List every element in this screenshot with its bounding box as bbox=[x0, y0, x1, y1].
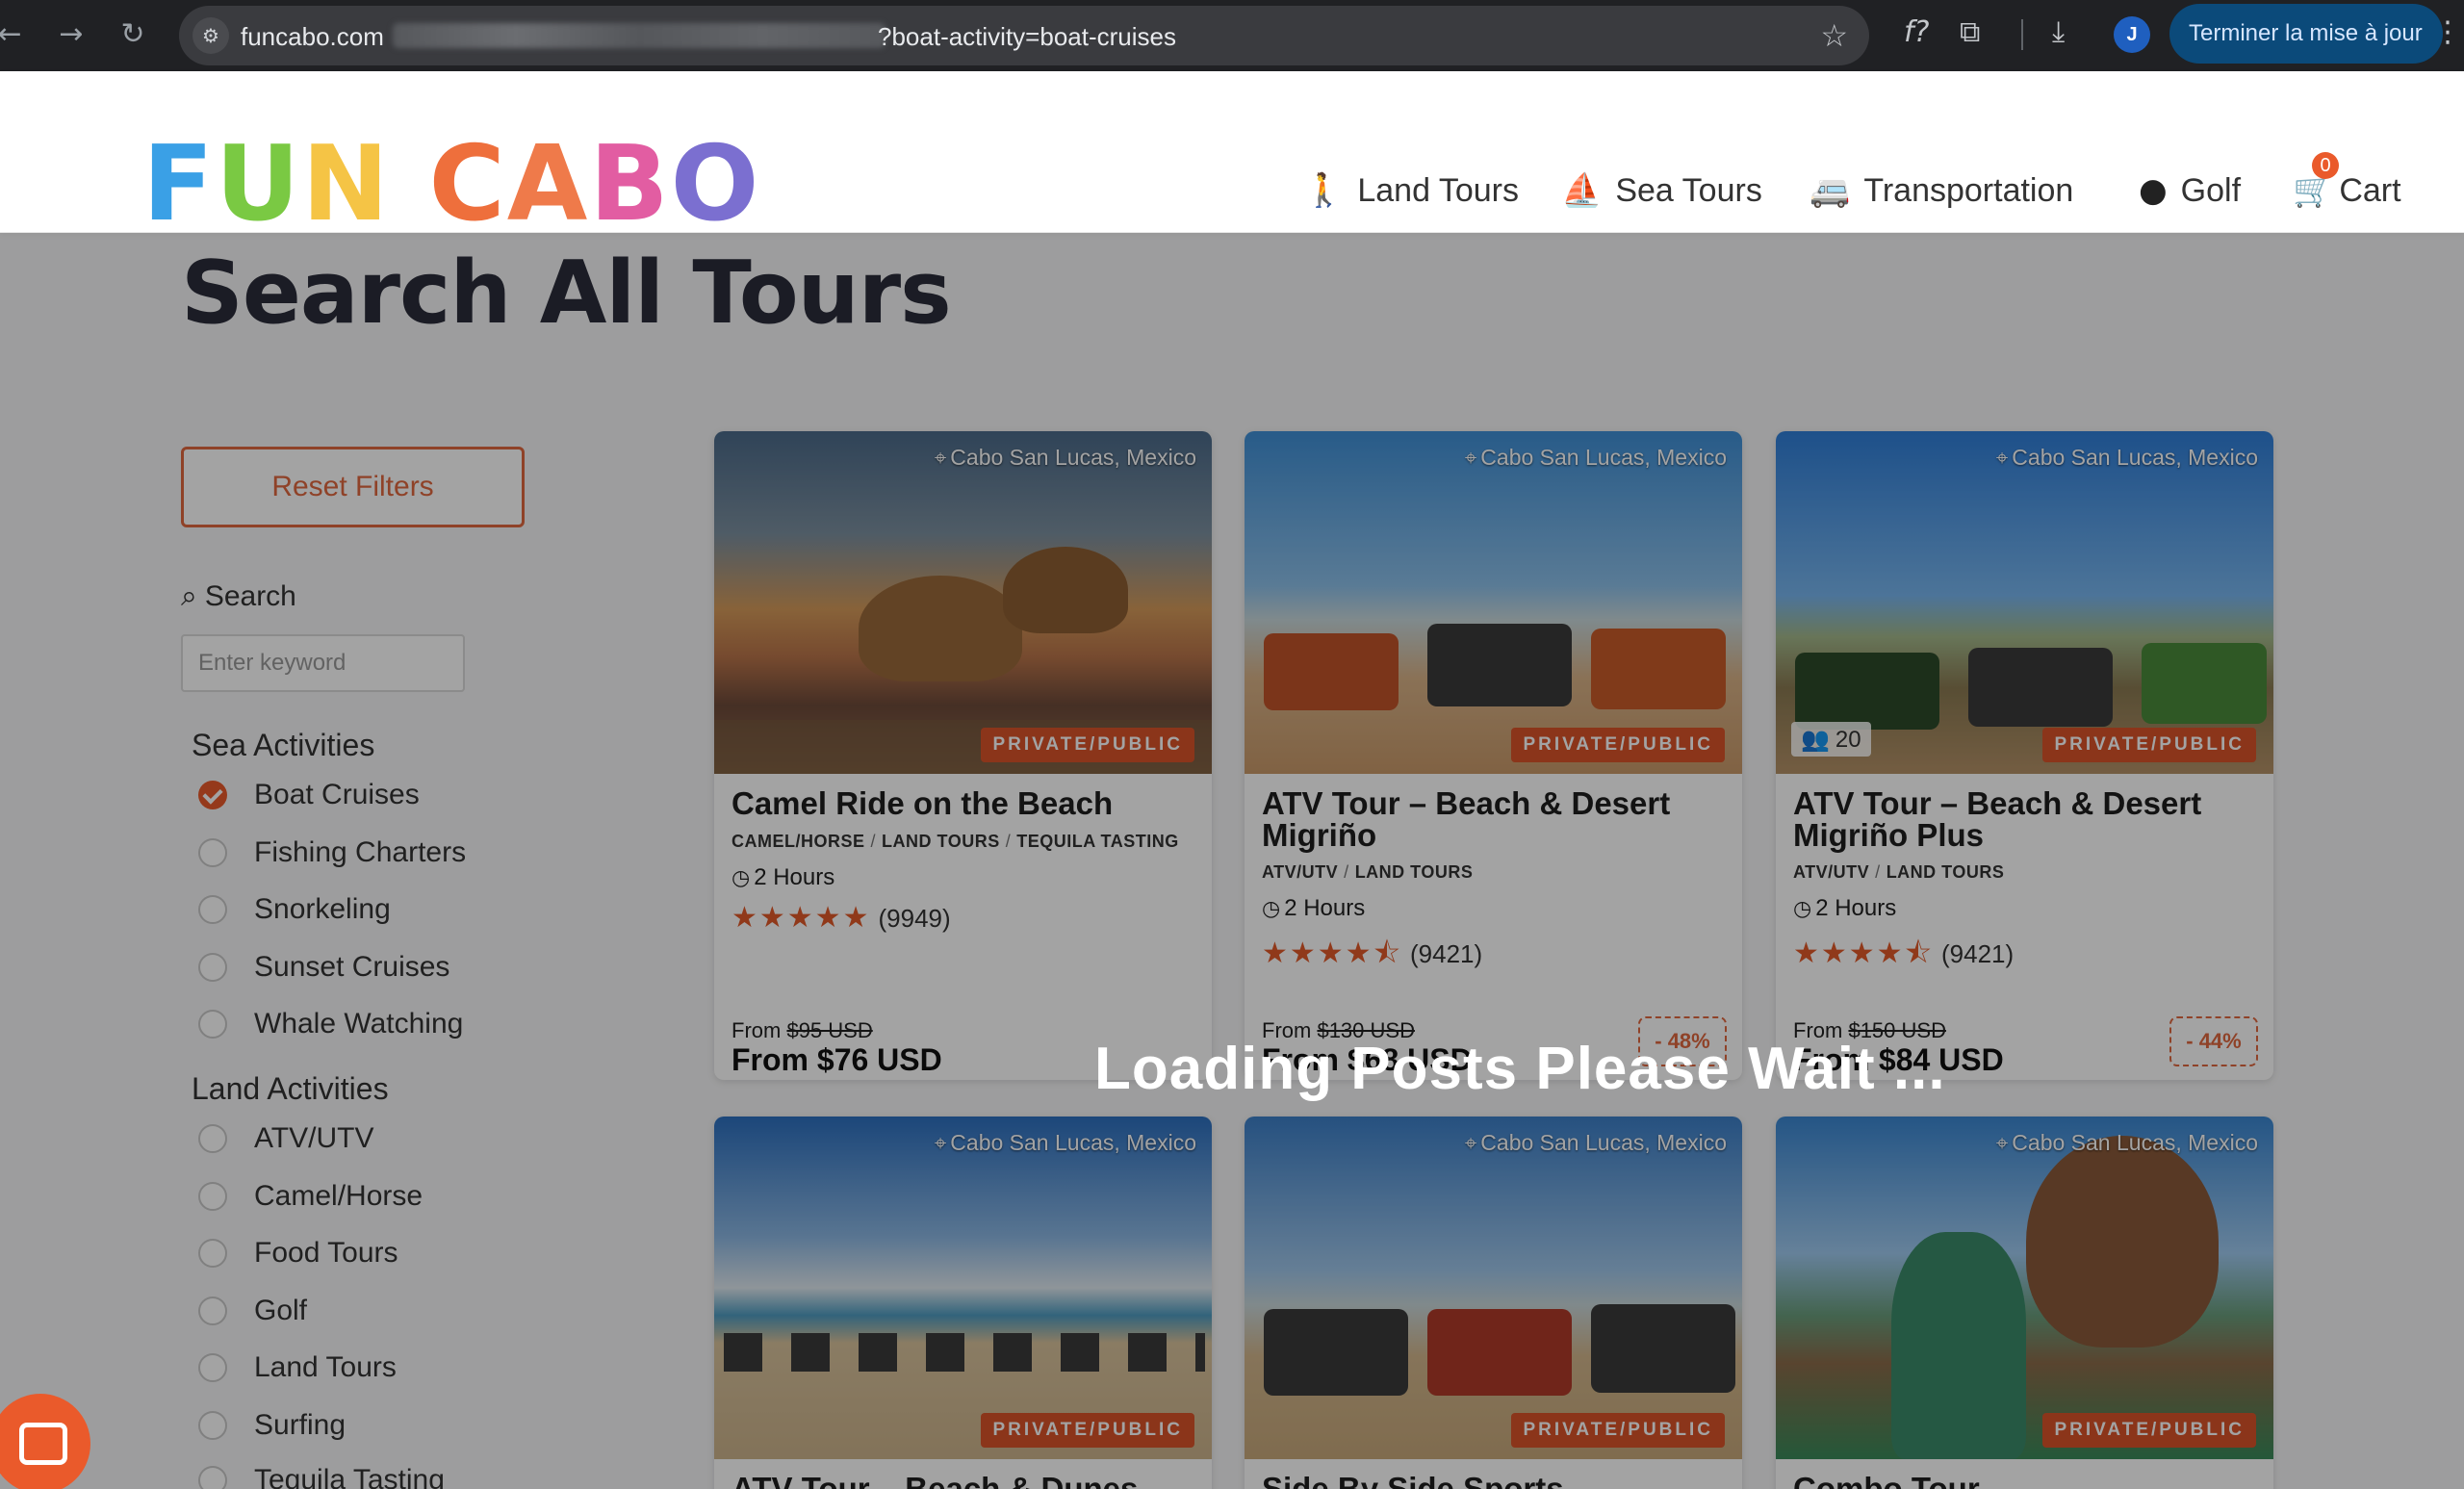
site-header: FUN CABO 🚶 Land Tours ⛵ Sea Tours 🚐 Tran… bbox=[0, 71, 2464, 244]
extensions-icon[interactable]: ⧉ bbox=[1960, 15, 1980, 49]
logo-letter: F bbox=[142, 124, 216, 244]
golf-ball-icon: ● bbox=[2139, 171, 2168, 210]
menu-kebab-icon[interactable]: ⋮ bbox=[2433, 15, 2462, 49]
nav-cart-label: Cart bbox=[2339, 171, 2401, 209]
site-settings-icon[interactable]: ⚙ bbox=[192, 17, 229, 54]
nav-land-tours-label: Land Tours bbox=[1357, 171, 1519, 209]
hiker-icon: 🚶 bbox=[1303, 171, 1345, 210]
nav-golf[interactable]: ● Golf bbox=[2139, 162, 2241, 219]
logo-letter: A bbox=[506, 124, 590, 244]
logo-letter: N bbox=[301, 124, 391, 244]
toolbar-separator bbox=[2021, 19, 2023, 50]
logo-letter: C bbox=[428, 124, 507, 244]
nav-land-tours[interactable]: 🚶 Land Tours bbox=[1303, 162, 1519, 219]
update-button[interactable]: Terminer la mise à jour bbox=[2169, 4, 2443, 64]
address-bar[interactable]: ⚙ funcabo.com ?boat-activity=boat-cruise… bbox=[179, 6, 1869, 65]
logo-letter bbox=[391, 139, 429, 231]
url-blurred-segment bbox=[393, 23, 886, 48]
loading-overlay bbox=[0, 233, 2464, 1489]
site-logo[interactable]: FUN CABO bbox=[142, 124, 761, 244]
reload-icon[interactable]: ↻ bbox=[112, 13, 154, 56]
nav-sea-tours[interactable]: ⛵ Sea Tours bbox=[1561, 162, 1762, 219]
nav-cart[interactable]: 🛒 Cart bbox=[2293, 162, 2401, 219]
forward-icon[interactable]: → bbox=[50, 13, 92, 56]
logo-letter: B bbox=[589, 124, 671, 244]
back-icon[interactable]: ← bbox=[0, 13, 31, 56]
logo-letter: U bbox=[215, 124, 302, 244]
url-query: ?boat-activity=boat-cruises bbox=[878, 22, 1176, 51]
url-host: funcabo.com bbox=[241, 22, 384, 51]
nav-golf-label: Golf bbox=[2180, 171, 2242, 209]
shuttle-icon: 🚐 bbox=[1810, 171, 1851, 210]
formula-icon[interactable]: f? bbox=[1904, 15, 1929, 49]
profile-avatar[interactable]: J bbox=[2114, 16, 2150, 53]
nav-transportation[interactable]: 🚐 Transportation bbox=[1810, 162, 2073, 219]
nav-transportation-label: Transportation bbox=[1863, 171, 2074, 209]
loading-message: Loading Posts Please Wait ... bbox=[1094, 1036, 1946, 1102]
logo-letter: O bbox=[670, 124, 761, 244]
sailboat-icon: ⛵ bbox=[1561, 171, 1603, 210]
cart-count-badge: 0 bbox=[2312, 152, 2339, 179]
download-icon[interactable]: ⤓ bbox=[2052, 15, 2065, 49]
bookmark-star-icon[interactable]: ☆ bbox=[1820, 17, 1848, 54]
browser-toolbar: ← → ↻ ⚙ funcabo.com ?boat-activity=boat-… bbox=[0, 0, 2464, 71]
nav-sea-tours-label: Sea Tours bbox=[1615, 171, 1762, 209]
